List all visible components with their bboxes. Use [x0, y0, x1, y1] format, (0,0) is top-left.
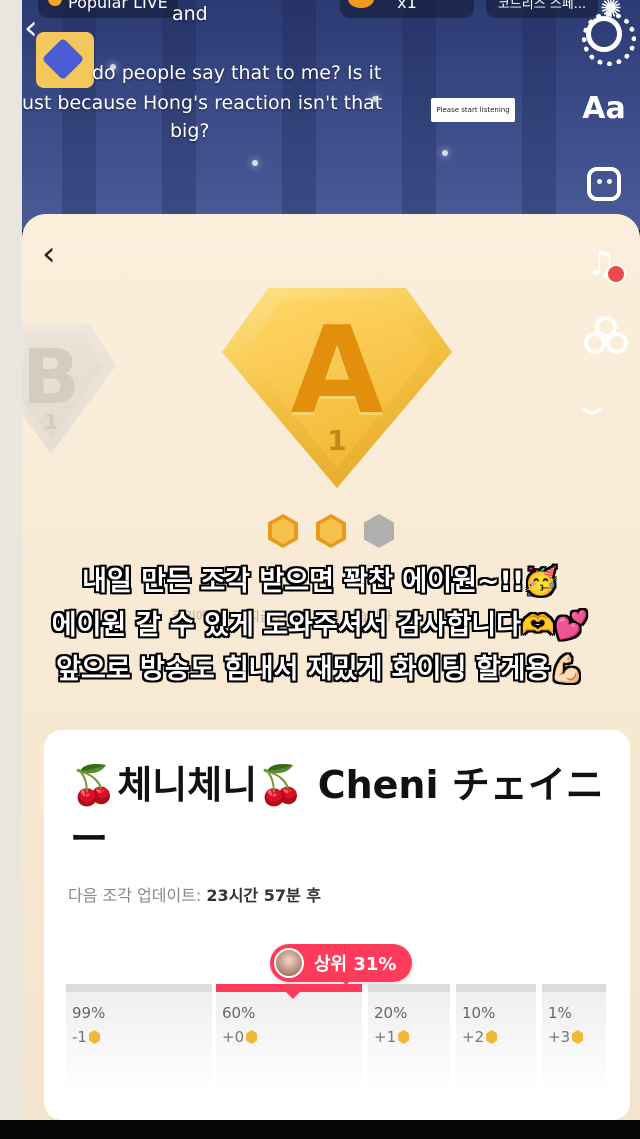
tier-cell: 99% -1	[66, 984, 212, 1094]
next-piece-update: 다음 조각 업데이트: 23시간 57분 후	[68, 886, 321, 905]
streamer-name: 🍒체니체니🍒 Cheni チェイニー	[70, 763, 604, 861]
sheet-back-button[interactable]: ‹	[42, 236, 72, 276]
streamer-tier-card: 🍒체니체니🍒 Cheni チェイニー 다음 조각 업데이트: 23시간 57분 …	[44, 730, 630, 1120]
coin-icon	[88, 1030, 100, 1044]
piece-filled-icon	[316, 514, 346, 548]
piece-empty-icon	[364, 514, 394, 548]
tier-pieces	[268, 514, 408, 550]
previous-tier-badge[interactable]: B 1	[22, 324, 116, 454]
coin-icon	[246, 1030, 258, 1044]
piece-filled-icon	[268, 514, 298, 548]
tier-ladder: 99% -1 60% +0 20% +1 10% +2 1% +3	[66, 984, 608, 1094]
popular-live-badge[interactable]: Popular LIVE	[38, 0, 178, 18]
music-request-icon[interactable]: ♫	[582, 238, 630, 286]
planet-icon	[348, 0, 374, 8]
korean-caption-overlay: 내일 만든 조각 받으면 꽉찬 에이원~!!🥳 에이원 갈 수 있게 도와주셔서…	[51, 566, 589, 685]
tier-cell: 10% +2	[456, 984, 536, 1094]
flame-icon	[48, 0, 62, 6]
chevron-down-icon[interactable]: ⌄	[572, 388, 636, 423]
coin-icon	[398, 1030, 410, 1044]
start-listening-button[interactable]: Please start listening	[431, 98, 515, 122]
avatar	[274, 948, 304, 978]
clover-icon[interactable]	[584, 316, 628, 360]
sticker-icon[interactable]	[580, 160, 628, 208]
screen: Popular LIVE x1 코드리스 스페... ✺ ‹ and do pe…	[0, 0, 640, 1139]
rank-percentile-badge: 상위 31%	[270, 944, 413, 985]
font-size-button[interactable]: Aa	[580, 84, 628, 132]
current-tier-badge: A 1	[222, 288, 452, 488]
coin-icon	[572, 1030, 584, 1044]
tier-cell: 20% +1	[368, 984, 450, 1094]
event-hat-icon[interactable]	[36, 32, 94, 88]
bottom-edge	[0, 1120, 640, 1139]
settings-gear-icon[interactable]	[580, 10, 636, 66]
multiplier-badge[interactable]: x1	[340, 0, 474, 18]
tier-cell-active: 60% +0	[216, 984, 362, 1094]
coin-icon	[486, 1030, 498, 1044]
tier-cell: 1% +3	[542, 984, 606, 1094]
